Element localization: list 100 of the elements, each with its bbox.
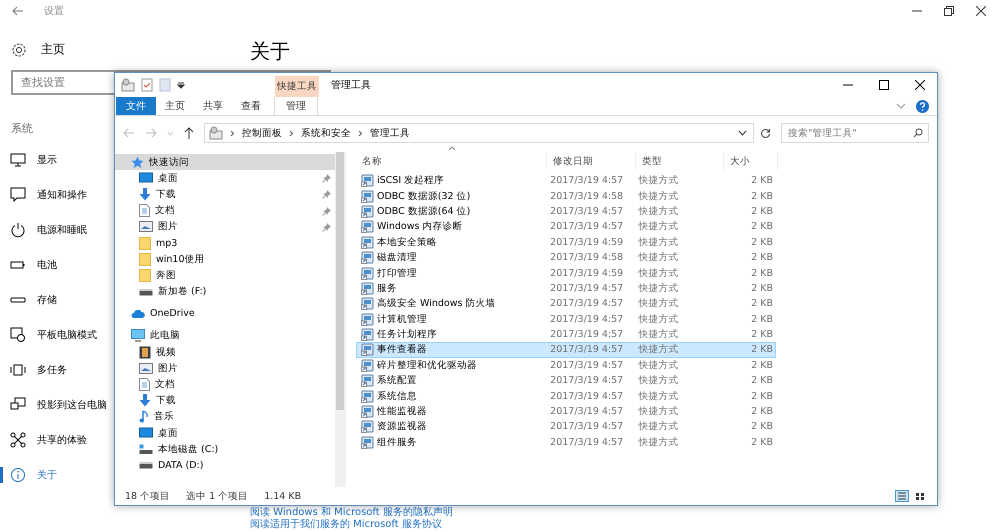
file-row[interactable]: 系统信息 2017/3/19 4:57 快捷方式 2 KB <box>356 388 776 404</box>
nav-item[interactable]: 下载 <box>115 392 335 409</box>
close-icon[interactable] <box>915 80 925 90</box>
disk-drive-icon <box>139 444 153 455</box>
ribbon-tab[interactable]: 主页 <box>156 97 194 115</box>
monitor-icon <box>10 152 26 166</box>
chevron-icon[interactable] <box>230 130 235 136</box>
search-field[interactable]: 搜索"管理工具" <box>781 123 929 143</box>
nav-item[interactable]: 图片 <box>115 360 335 376</box>
settings-nav-item[interactable]: 多任务 <box>0 352 67 387</box>
column-header[interactable]: 类型 <box>636 152 724 170</box>
type-cell-text: 快捷方式 <box>637 390 680 403</box>
date-cell-text: 2017/3/19 4:57 <box>549 375 624 386</box>
pin-icon[interactable] <box>322 190 331 200</box>
nav-item[interactable]: 桌面 <box>115 425 335 442</box>
file-row[interactable]: iSCSI 发起程序 2017/3/19 4:57 快捷方式 2 KB <box>356 173 776 188</box>
column-header[interactable]: 修改日期 <box>547 152 636 170</box>
ribbon-tab[interactable]: 共享 <box>194 97 232 115</box>
file-row[interactable]: 磁盘清理 2017/3/19 4:58 快捷方式 2 KB <box>356 250 776 266</box>
nav-item[interactable]: 音乐 <box>115 408 335 425</box>
restore-icon[interactable] <box>944 6 954 16</box>
context-tab-header: 快捷工具 <box>275 76 319 97</box>
nav-item[interactable]: 图片 <box>115 218 335 235</box>
nav-item[interactable]: 新加卷 (F:) <box>115 284 335 300</box>
close-icon[interactable] <box>976 6 986 16</box>
file-row[interactable]: 组件服务 2017/3/19 4:57 快捷方式 2 KB <box>356 434 776 450</box>
privacy-link[interactable]: 阅读 Windows 和 Microsoft 服务的隐私声明 <box>250 507 453 519</box>
breadcrumb-item[interactable]: 管理工具 <box>370 126 410 140</box>
pin-icon[interactable] <box>322 174 331 184</box>
nav-item[interactable]: DATA (D:) <box>115 457 335 474</box>
settings-nav-item[interactable]: 共享的体验 <box>0 422 87 457</box>
file-name: iSCSI 发起程序 <box>377 174 444 188</box>
settings-nav-item[interactable]: 通知和操作 <box>0 177 87 212</box>
nav-item[interactable]: OneDrive <box>115 306 335 322</box>
file-row[interactable]: Windows 内存诊断 2017/3/19 4:57 快捷方式 2 KB <box>356 219 776 235</box>
date-cell-text: 2017/3/19 4:57 <box>549 421 624 432</box>
file-row[interactable]: 资源监视器 2017/3/19 4:57 快捷方式 2 KB <box>356 419 776 435</box>
settings-nav-item[interactable]: 关于 <box>0 457 57 492</box>
back-icon[interactable] <box>12 6 24 16</box>
nav-item[interactable]: win10使用 <box>115 251 335 268</box>
nav-item[interactable]: 快速访问 <box>115 154 335 170</box>
nav-item[interactable]: 此电脑 <box>115 328 335 344</box>
expand-ribbon-icon[interactable] <box>896 103 906 109</box>
maximize-icon[interactable] <box>879 80 889 90</box>
nav-item[interactable]: 文档 <box>115 202 335 219</box>
help-icon[interactable] <box>916 100 929 112</box>
file-row[interactable]: ODBC 数据源(32 位) 2017/3/19 4:58 快捷方式 2 KB <box>356 188 776 204</box>
up-icon[interactable] <box>184 127 194 139</box>
column-header[interactable]: 大小 <box>724 152 778 170</box>
properties-icon[interactable] <box>141 78 153 92</box>
type-cell-text: 快捷方式 <box>637 328 680 342</box>
nav-item[interactable]: 视频 <box>115 344 335 360</box>
pin-icon[interactable] <box>322 222 331 232</box>
settings-nav-item[interactable]: 电源和睡眠 <box>0 212 87 247</box>
file-row[interactable]: 事件查看器 2017/3/19 4:57 快捷方式 2 KB <box>356 342 776 358</box>
address-bar[interactable]: 控制面板 系统和安全 管理工具 <box>204 123 754 143</box>
nav-item[interactable]: 桌面 <box>115 170 335 186</box>
refresh-icon[interactable] <box>760 128 771 138</box>
nav-item[interactable]: 文档 <box>115 376 335 393</box>
date-cell-text: 2017/3/19 4:57 <box>549 390 624 402</box>
chevron-icon[interactable] <box>358 130 363 136</box>
file-row[interactable]: 本地安全策略 2017/3/19 4:59 快捷方式 2 KB <box>356 234 776 250</box>
ribbon-tab[interactable]: 管理 <box>274 97 318 115</box>
file-row[interactable]: 任务计划程序 2017/3/19 4:57 快捷方式 2 KB <box>356 326 776 342</box>
shortcut-icon <box>361 190 374 203</box>
file-row[interactable]: 服务 2017/3/19 4:57 快捷方式 2 KB <box>356 280 776 296</box>
shortcut-icon <box>361 282 374 295</box>
file-row[interactable]: 碎片整理和优化驱动器 2017/3/19 4:57 快捷方式 2 KB <box>356 358 776 374</box>
file-row[interactable]: 系统配置 2017/3/19 4:57 快捷方式 2 KB <box>356 373 776 388</box>
scrollbar[interactable] <box>335 152 345 487</box>
shortcut-icon <box>361 251 374 264</box>
settings-nav-item[interactable]: 显示 <box>0 142 57 177</box>
file-tab[interactable]: 文件 <box>116 97 156 115</box>
settings-nav-item[interactable]: 电池 <box>0 247 57 282</box>
privacy-link[interactable]: 阅读适用于我们服务的 Microsoft 服务协议 <box>250 519 442 531</box>
settings-nav-item[interactable]: 存储 <box>0 282 57 317</box>
ribbon-tab[interactable]: 查看 <box>232 97 270 115</box>
breadcrumb-item[interactable]: 控制面板 <box>242 126 282 140</box>
file-row[interactable]: 计算机管理 2017/3/19 4:57 快捷方式 2 KB <box>356 312 776 327</box>
tiles-view-icon[interactable] <box>913 490 927 502</box>
nav-item[interactable]: 下载 <box>115 186 335 203</box>
file-row[interactable]: ODBC 数据源(64 位) 2017/3/19 4:57 快捷方式 2 KB <box>356 204 776 220</box>
details-view-icon[interactable] <box>895 490 909 502</box>
dropdown-icon[interactable] <box>738 130 747 136</box>
nav-item[interactable]: 本地磁盘 (C:) <box>115 441 335 458</box>
nav-item[interactable]: 奔图 <box>115 267 335 284</box>
file-row[interactable]: 打印管理 2017/3/19 4:59 快捷方式 2 KB <box>356 265 776 281</box>
breadcrumb-item[interactable]: 系统和安全 <box>301 126 351 140</box>
settings-nav-item[interactable]: 投影到这台电脑 <box>0 387 107 422</box>
nav-item[interactable]: mp3 <box>115 234 335 252</box>
column-header[interactable]: 名称 <box>356 152 547 170</box>
settings-nav-item[interactable]: 平板电脑模式 <box>0 317 97 352</box>
shortcut-icon <box>361 405 374 418</box>
home-link[interactable]: 主页 <box>0 22 250 58</box>
chevron-icon[interactable] <box>289 130 294 136</box>
dropdown-icon[interactable] <box>177 81 185 89</box>
file-row[interactable]: 性能监视器 2017/3/19 4:57 快捷方式 2 KB <box>356 404 776 420</box>
pin-icon[interactable] <box>322 206 331 216</box>
drive-icon <box>10 294 26 304</box>
file-row[interactable]: 高级安全 Windows 防火墙 2017/3/19 4:57 快捷方式 2 KB <box>356 296 776 312</box>
